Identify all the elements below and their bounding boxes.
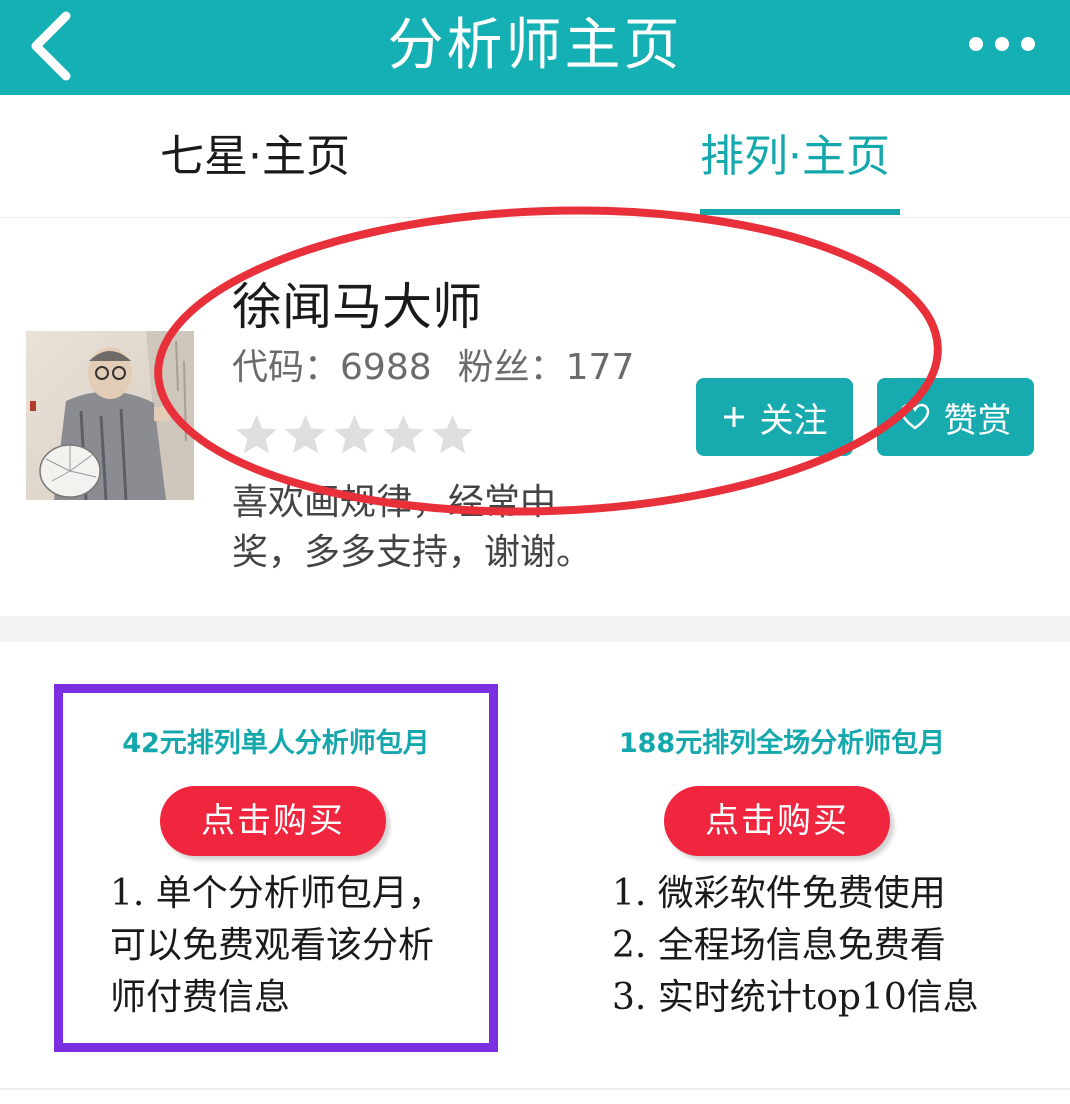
divider xyxy=(0,1088,1070,1090)
plan-desc-line: 1. 单个分析师包月， xyxy=(110,873,444,914)
follow-label: 关注 xyxy=(759,400,828,441)
header-bar: 分析师主页 xyxy=(0,0,1070,95)
fans-label: 粉丝： xyxy=(457,347,566,388)
follow-button[interactable]: 关注 xyxy=(696,378,853,456)
plan-desc-line: 1. 微彩软件免费使用 xyxy=(612,873,946,914)
code-label: 代码： xyxy=(232,347,341,388)
plan-desc-line: 2. 全程场信息免费看 xyxy=(612,925,946,966)
plan-desc-line: 可以免费观看该分析 xyxy=(110,925,435,966)
analyst-name: 徐闻马大师 xyxy=(232,278,482,336)
star-icon xyxy=(334,414,375,454)
more-dots-icon[interactable] xyxy=(964,26,1040,62)
buy-button[interactable]: 点击购买 xyxy=(160,786,386,856)
tip-label: 赞赏 xyxy=(943,400,1012,441)
avatar[interactable] xyxy=(26,331,194,500)
fans-value: 177 xyxy=(565,347,635,388)
tip-button[interactable]: 赞赏 xyxy=(877,378,1034,456)
bio-line: 奖，多多支持，谢谢。 xyxy=(232,532,593,573)
plan-desc-line: 3. 实时统计top10信息 xyxy=(612,977,979,1018)
analyst-meta: 代码：6988 粉丝：177 xyxy=(232,344,634,392)
section-divider xyxy=(0,616,1070,642)
bio-line: 喜欢画规律，经常中 xyxy=(232,482,557,523)
plan-desc-line: 师付费信息 xyxy=(110,977,291,1018)
code-value: 6988 xyxy=(340,347,432,388)
star-icon xyxy=(383,414,424,454)
star-icon xyxy=(285,414,326,454)
analyst-bio: 喜欢画规律，经常中 奖，多多支持，谢谢。 xyxy=(232,478,632,578)
tab-qixing-home[interactable]: 七星·主页 xyxy=(160,129,350,185)
star-icon xyxy=(432,414,473,454)
page-title: 分析师主页 xyxy=(387,13,683,78)
plan-title: 188元排列全场分析师包月 xyxy=(618,728,946,759)
plan-description: 1. 单个分析师包月， 可以免费观看该分析 师付费信息 xyxy=(110,868,470,1024)
divider xyxy=(0,217,1070,218)
plan-title: 42元排列单人分析师包月 xyxy=(122,728,430,759)
plan-description: 1. 微彩软件免费使用 2. 全程场信息免费看 3. 实时统计top10信息 xyxy=(612,868,992,1024)
tab-bar: 七星·主页 排列·主页 xyxy=(0,95,1070,217)
plus-icon xyxy=(723,407,744,427)
buy-button[interactable]: 点击购买 xyxy=(664,786,890,856)
star-icon xyxy=(236,414,277,454)
tab-pailie-home[interactable]: 排列·主页 xyxy=(700,129,890,185)
active-tab-indicator xyxy=(700,209,900,215)
rating-stars xyxy=(234,412,475,458)
heart-icon xyxy=(900,403,929,430)
